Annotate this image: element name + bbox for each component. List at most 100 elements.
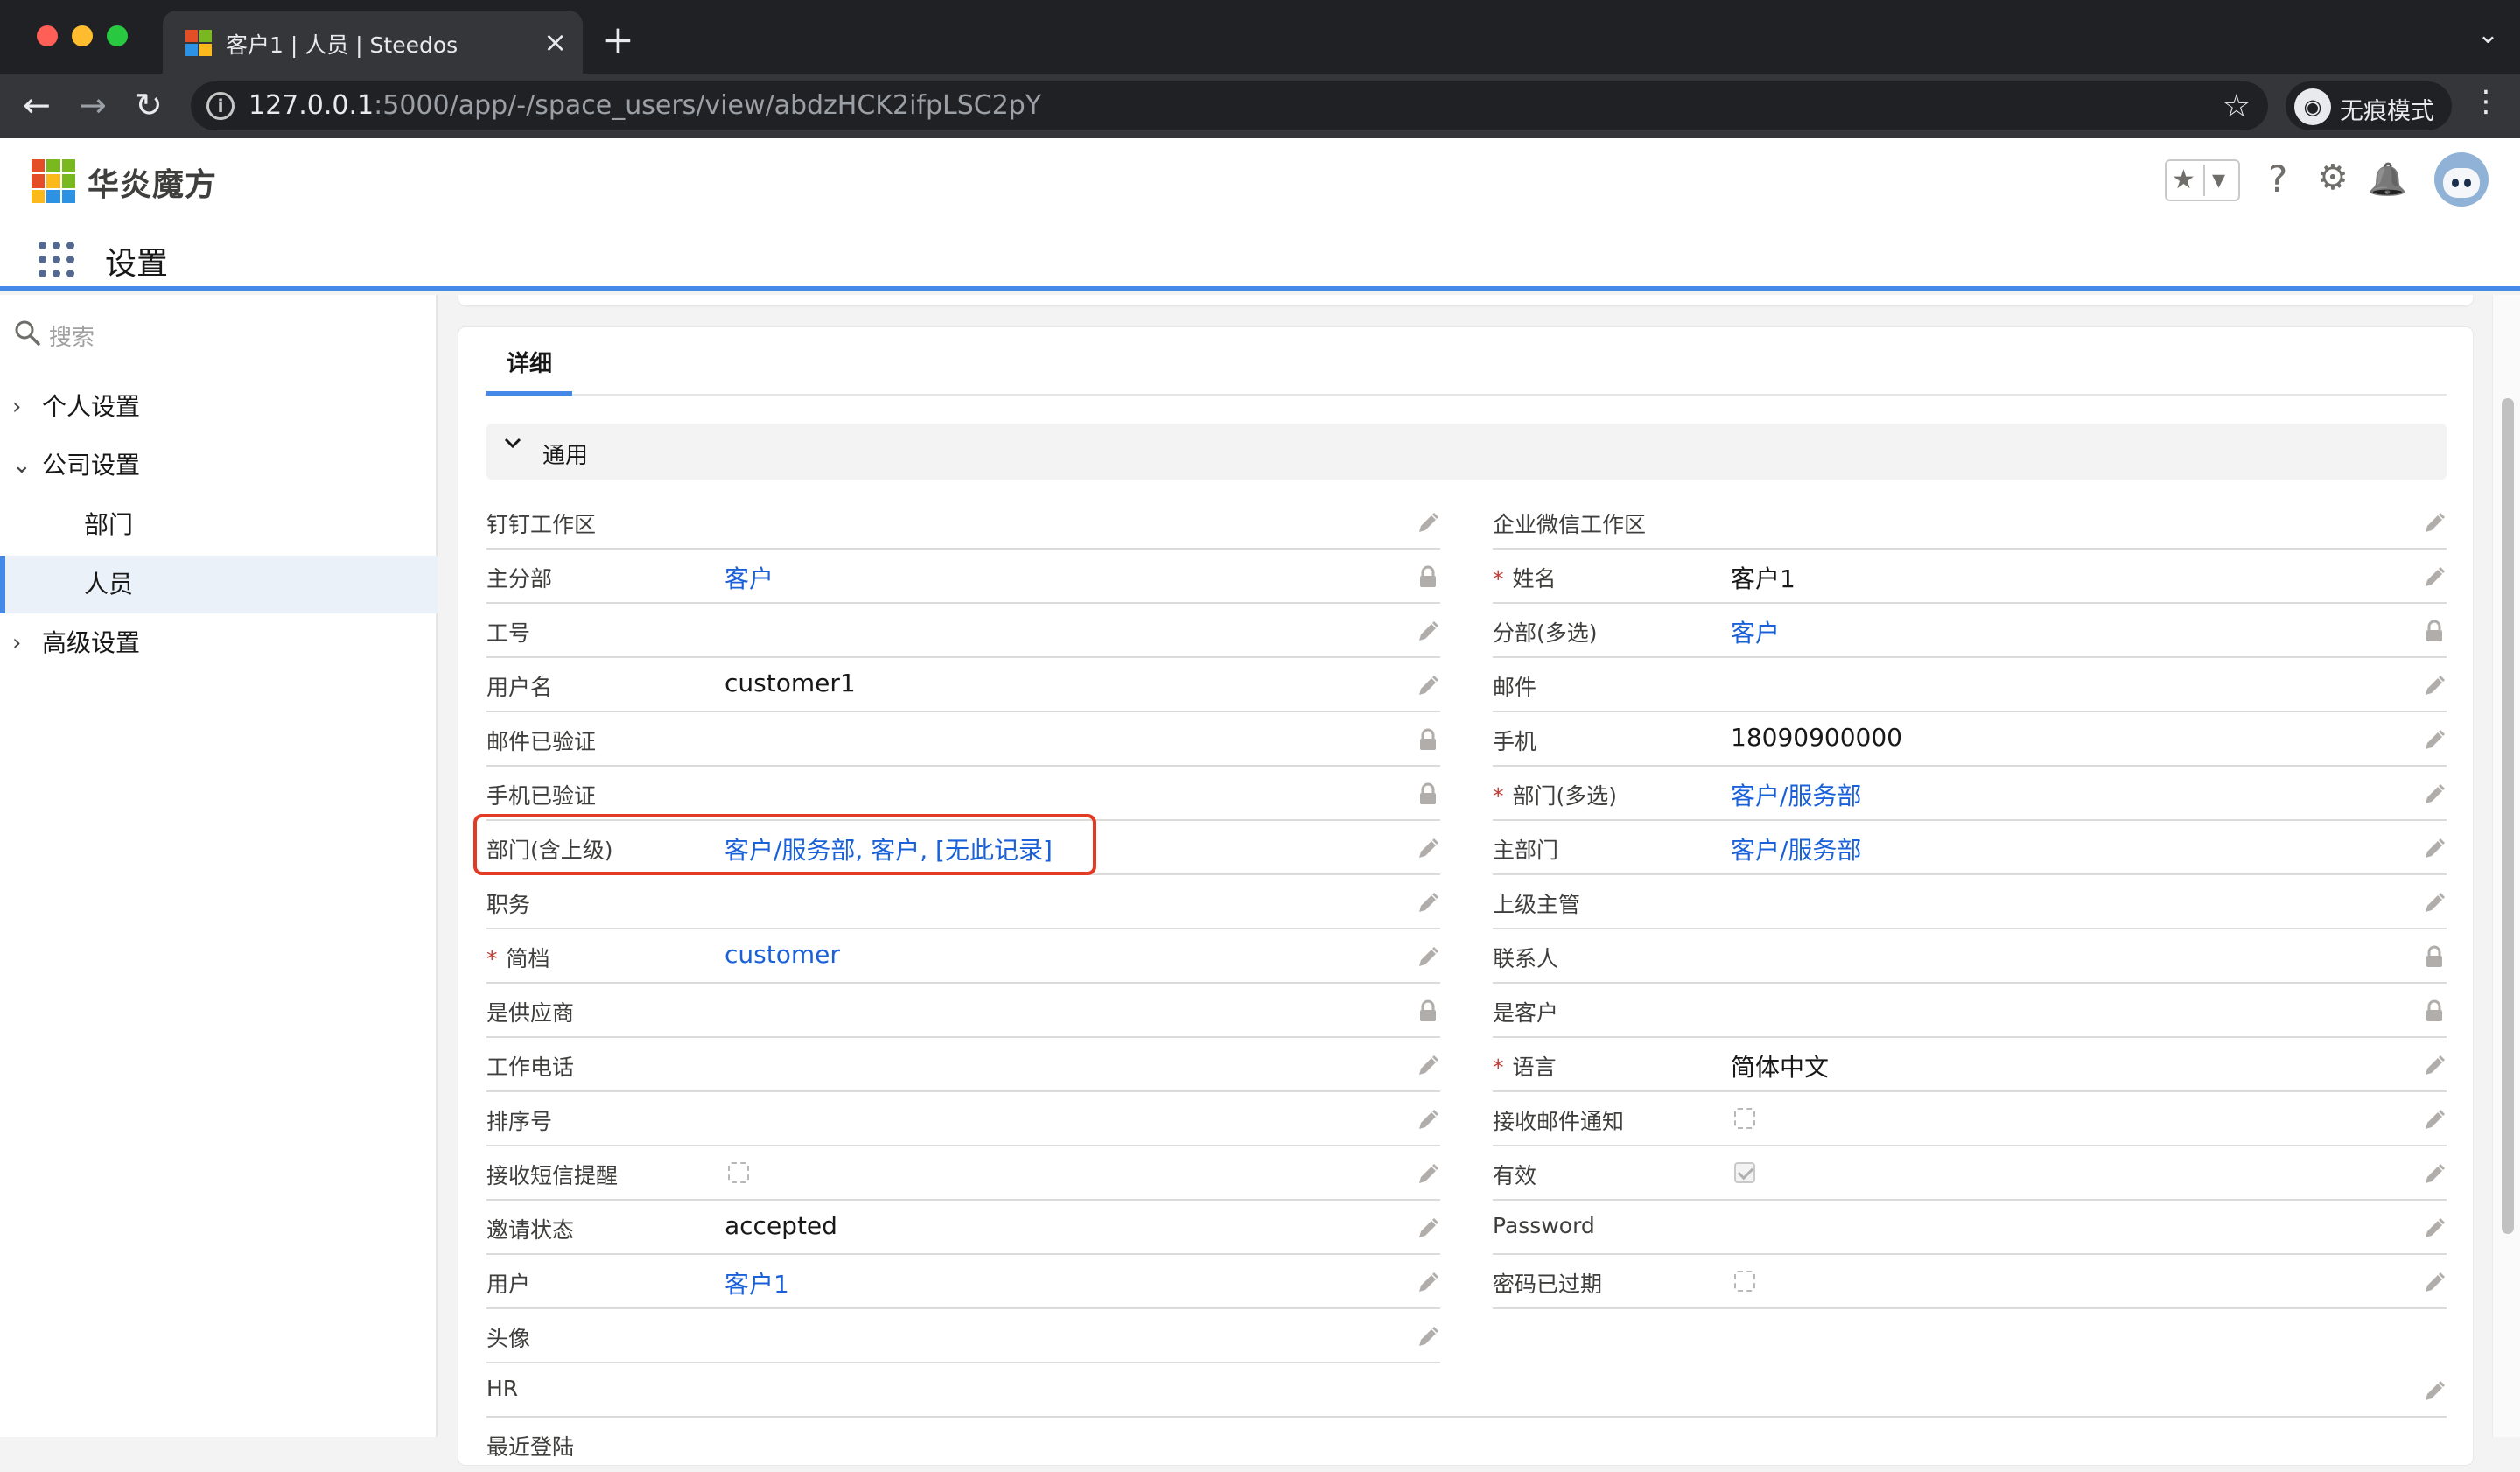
tab-close-icon[interactable]: × (543, 25, 567, 60)
edit-icon[interactable] (1416, 1271, 1440, 1295)
field-label: 密码已过期 (1493, 1267, 1602, 1299)
edit-icon[interactable] (1416, 620, 1440, 644)
favorites-dropdown-icon[interactable]: ▾ (2212, 165, 2225, 195)
window-close-button[interactable] (37, 25, 58, 46)
browser-menu-icon[interactable]: ⋮ (2471, 84, 2501, 119)
edit-icon[interactable] (2422, 1379, 2446, 1404)
field-label-text: 姓名 (1512, 566, 1557, 592)
page-scrollbar[interactable] (2492, 295, 2520, 1437)
field-checkbox[interactable] (1734, 1271, 1755, 1292)
site-info-icon[interactable]: i (206, 92, 234, 120)
bell-icon[interactable]: 🔔 (2368, 161, 2407, 198)
field-label: 用户 (486, 1267, 530, 1299)
section-title: 通用 (542, 443, 589, 469)
field-value-link[interactable]: 客户 (724, 560, 774, 595)
lock-icon (2422, 945, 2446, 970)
edit-icon[interactable] (2422, 1271, 2446, 1295)
help-icon[interactable]: ? (2268, 158, 2287, 200)
field-label: * 简档 (486, 942, 550, 973)
favorite-star-icon[interactable]: ★ (2172, 165, 2195, 195)
field-label-text: 分部(多选) (1493, 620, 1598, 646)
reload-icon[interactable]: ↻ (135, 86, 163, 124)
brand-logo-icon[interactable] (32, 159, 75, 203)
field-label-text: 邮件 (1493, 675, 1537, 700)
field-label: HR (486, 1376, 518, 1401)
lock-icon (1416, 999, 1440, 1024)
field-row: 接收邮件通知 (1493, 1092, 2446, 1146)
edit-icon[interactable] (1416, 1216, 1440, 1241)
edit-icon[interactable] (2422, 1216, 2446, 1241)
field-checkbox[interactable] (1734, 1108, 1755, 1129)
edit-icon[interactable] (2422, 1108, 2446, 1132)
sidebar-item-label: 高级设置 (42, 628, 141, 657)
field-row: 联系人 (1493, 929, 2446, 984)
edit-icon[interactable] (2422, 891, 2446, 915)
lock-icon (1416, 565, 1440, 590)
edit-icon[interactable] (2422, 565, 2446, 590)
gear-icon[interactable]: ⚙ (2317, 158, 2348, 198)
scrollbar-thumb[interactable] (2502, 398, 2514, 1234)
edit-icon[interactable] (2422, 837, 2446, 861)
edit-icon[interactable] (1416, 1325, 1440, 1349)
edit-icon[interactable] (2422, 674, 2446, 698)
edit-icon[interactable] (1416, 891, 1440, 915)
field-value-link[interactable]: customer (724, 940, 840, 969)
edit-icon[interactable] (1416, 1108, 1440, 1132)
field-value-link[interactable]: 客户/服务部 (1731, 831, 1861, 866)
edit-icon[interactable] (2422, 1162, 2446, 1187)
field-label: 职务 (486, 887, 530, 919)
edit-icon[interactable] (1416, 945, 1440, 970)
tab-list-chevron-icon[interactable]: ⌄ (2477, 19, 2499, 50)
edit-icon[interactable] (2422, 511, 2446, 536)
edit-icon[interactable] (1416, 511, 1440, 536)
field-label-text: 邀请状态 (486, 1217, 575, 1243)
field-label: 主部门 (1493, 833, 1558, 865)
field-label-text: 接收短信提醒 (486, 1163, 619, 1188)
new-tab-button[interactable]: + (602, 19, 634, 61)
required-asterisk: * (1493, 783, 1504, 809)
field-row: 邮件 (1493, 658, 2446, 712)
chevron-right-icon: › (12, 630, 22, 656)
edit-icon[interactable] (1416, 1162, 1440, 1187)
field-row: 分部(多选) 客户 (1493, 604, 2446, 658)
field-value-link[interactable]: 客户1 (724, 1265, 789, 1300)
address-bar[interactable]: i 127.0.0.1:5000/app/-/space_users/view/… (191, 81, 2268, 130)
tab-details[interactable]: 详细 (486, 327, 572, 396)
sidebar-item-company-settings[interactable]: ⌄ 公司设置 (0, 437, 438, 494)
sidebar-item-advanced-settings[interactable]: › 高级设置 (0, 614, 438, 672)
sidebar-item-label: 个人设置 (42, 392, 141, 421)
user-avatar[interactable] (2434, 152, 2488, 207)
field-label: 上级主管 (1493, 887, 1580, 919)
edit-icon[interactable] (2422, 1054, 2446, 1078)
section-general[interactable]: 通用 (486, 424, 2446, 480)
favorites-button-group[interactable]: ★ ▾ (2165, 159, 2240, 201)
incognito-icon: ◉ (2294, 88, 2331, 125)
edit-icon[interactable] (2422, 728, 2446, 753)
field-checkbox[interactable] (1734, 1162, 1755, 1183)
edit-icon[interactable] (1416, 1054, 1440, 1078)
field-value-link[interactable]: 客户 (1731, 614, 1780, 649)
field-label: 手机已验证 (486, 779, 596, 810)
sidebar-item-personal-settings[interactable]: › 个人设置 (0, 378, 438, 436)
field-label: Password (1493, 1213, 1595, 1238)
sidebar-item-departments[interactable]: 部门 (0, 496, 438, 554)
window-maximize-button[interactable] (107, 25, 128, 46)
edit-icon[interactable] (1416, 674, 1440, 698)
incognito-label: 无痕模式 (2340, 98, 2434, 125)
search-placeholder: 搜索 (49, 325, 95, 351)
edit-icon[interactable] (1416, 837, 1440, 861)
sidebar-item-users[interactable]: 人员 (0, 556, 438, 613)
field-label-text: 语言 (1512, 1055, 1557, 1080)
window-minimize-button[interactable] (72, 25, 93, 46)
bookmark-star-icon[interactable]: ☆ (2222, 88, 2250, 124)
browser-tab[interactable]: 客户1 | 人员 | Steedos × (163, 11, 583, 74)
field-value-link[interactable]: 客户/服务部 (1731, 777, 1861, 812)
field-label: 头像 (486, 1321, 530, 1353)
back-arrow-icon[interactable]: ← (23, 86, 51, 124)
forward-arrow-icon[interactable]: → (79, 86, 107, 124)
field-checkbox[interactable] (728, 1162, 749, 1183)
url-text[interactable]: 127.0.0.1:5000/app/-/space_users/view/ab… (248, 90, 1041, 121)
edit-icon[interactable] (2422, 782, 2446, 807)
app-launcher-icon[interactable] (38, 242, 75, 278)
incognito-indicator[interactable]: ◉ 无痕模式 (2286, 81, 2452, 130)
